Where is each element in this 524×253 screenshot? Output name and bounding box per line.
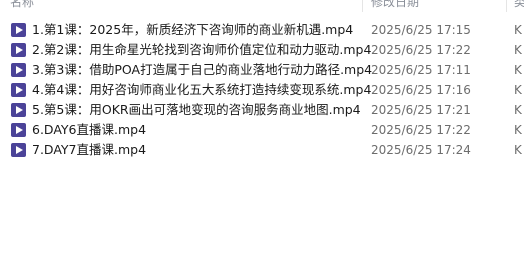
file-row[interactable]: 3.第3课：借助POA打造属于自己的商业落地行动力路径.mp4 2025/6/2… xyxy=(0,60,524,80)
video-file-icon xyxy=(11,83,26,97)
file-type: K xyxy=(514,23,522,37)
file-name: 6.DAY6直播课.mp4 xyxy=(32,122,147,137)
column-header-bar: 名称 修改日期 类 xyxy=(0,0,524,12)
video-file-icon xyxy=(11,43,26,57)
file-date-modified: 2025/6/25 17:22 xyxy=(371,43,471,57)
file-type: K xyxy=(514,143,522,157)
video-file-icon xyxy=(11,23,26,37)
file-date-modified: 2025/6/25 17:22 xyxy=(371,123,471,137)
file-list: 1.第1课：2025年，新质经济下咨询师的商业新机遇.mp4 2025/6/25… xyxy=(0,20,524,160)
file-date-modified: 2025/6/25 17:16 xyxy=(371,83,471,97)
column-header-name[interactable]: 名称 xyxy=(10,0,34,10)
file-name: 5.第5课：用OKR画出可落地变现的咨询服务商业地图.mp4 xyxy=(32,102,361,117)
file-name: 2.第2课：用生命星光轮找到咨询师价值定位和动力驱动.mp4 xyxy=(32,42,372,57)
file-type: K xyxy=(514,63,522,77)
file-row[interactable]: 7.DAY7直播课.mp4 2025/6/25 17:24 K xyxy=(0,140,524,160)
file-name: 1.第1课：2025年，新质经济下咨询师的商业新机遇.mp4 xyxy=(32,22,354,37)
file-type: K xyxy=(514,103,522,117)
file-explorer-list: 名称 修改日期 类 1.第1课：2025年，新质经济下咨询师的商业新机遇.mp4… xyxy=(0,0,524,253)
file-row[interactable]: 1.第1课：2025年，新质经济下咨询师的商业新机遇.mp4 2025/6/25… xyxy=(0,20,524,40)
file-type: K xyxy=(514,83,522,97)
file-type: K xyxy=(514,123,522,137)
column-divider[interactable] xyxy=(362,0,363,12)
file-date-modified: 2025/6/25 17:11 xyxy=(371,63,471,77)
file-date-modified: 2025/6/25 17:24 xyxy=(371,143,471,157)
file-type: K xyxy=(514,43,522,57)
video-file-icon xyxy=(11,103,26,117)
file-date-modified: 2025/6/25 17:15 xyxy=(371,23,471,37)
file-row[interactable]: 4.第4课：用好咨询师商业化五大系统打造持续变现系统.mp4 2025/6/25… xyxy=(0,80,524,100)
file-date-modified: 2025/6/25 17:21 xyxy=(371,103,471,117)
video-file-icon xyxy=(11,143,26,157)
file-name: 3.第3课：借助POA打造属于自己的商业落地行动力路径.mp4 xyxy=(32,62,373,77)
column-header-date-modified[interactable]: 修改日期 xyxy=(371,0,419,10)
file-row[interactable]: 6.DAY6直播课.mp4 2025/6/25 17:22 K xyxy=(0,120,524,140)
file-name: 4.第4课：用好咨询师商业化五大系统打造持续变现系统.mp4 xyxy=(32,82,372,97)
file-name: 7.DAY7直播课.mp4 xyxy=(32,142,147,157)
file-row[interactable]: 2.第2课：用生命星光轮找到咨询师价值定位和动力驱动.mp4 2025/6/25… xyxy=(0,40,524,60)
column-header-type[interactable]: 类 xyxy=(514,0,524,10)
video-file-icon xyxy=(11,63,26,77)
column-divider[interactable] xyxy=(506,0,507,12)
video-file-icon xyxy=(11,123,26,137)
file-row[interactable]: 5.第5课：用OKR画出可落地变现的咨询服务商业地图.mp4 2025/6/25… xyxy=(0,100,524,120)
